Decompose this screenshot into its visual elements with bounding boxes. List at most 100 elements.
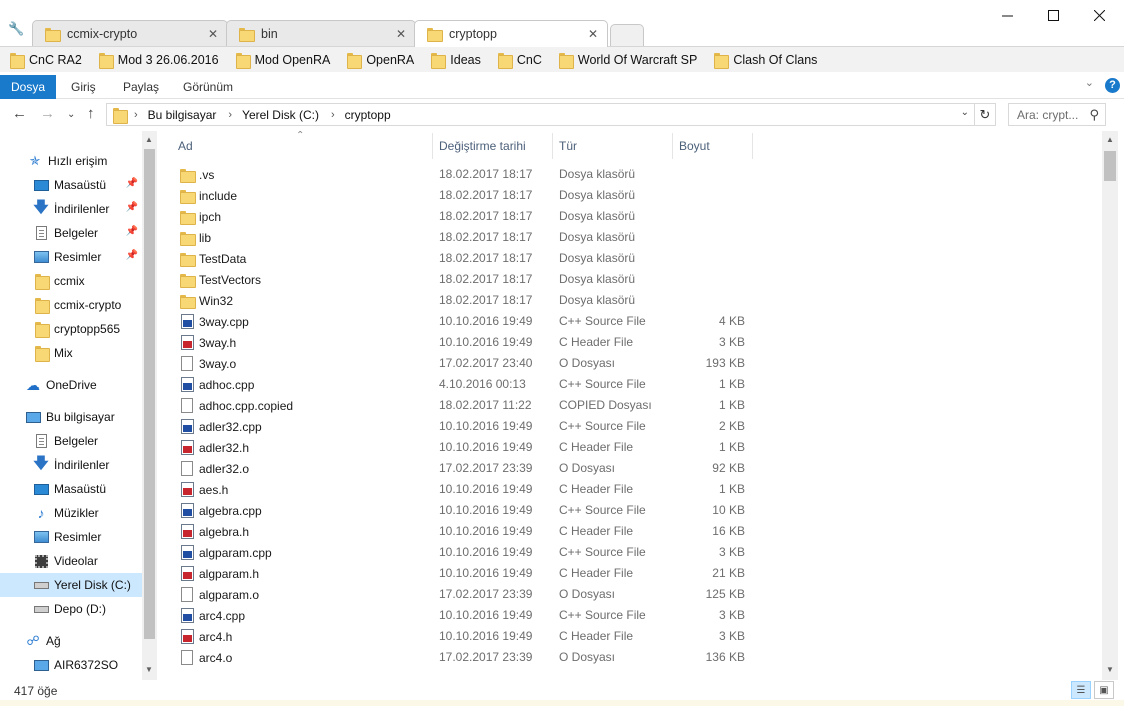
sidebar-item-network[interactable]: ☍ Ağ — [0, 629, 142, 653]
column-header-type[interactable]: Tür — [553, 131, 577, 161]
chevron-down-icon[interactable]: ⌄ — [1085, 76, 1094, 89]
chevron-right-icon[interactable]: › — [134, 109, 138, 121]
file-row[interactable]: arc4.cpp 10.10.2016 19:49 C++ Source File 3… — [158, 605, 1102, 626]
file-name-cell[interactable]: include — [180, 185, 237, 206]
sidebar-item-cryptopp565[interactable]: cryptopp565 — [0, 317, 142, 341]
file-name-cell[interactable]: arc4.o — [180, 647, 232, 668]
sidebar-item-ccmix-crypto[interactable]: ccmix-crypto — [0, 293, 142, 317]
ribbon-tab-share[interactable]: Paylaş — [123, 76, 159, 99]
column-header-name[interactable]: Ad — [172, 131, 193, 161]
search-input[interactable]: Ara: crypt... ⚲ — [1008, 103, 1106, 126]
sidebar-item-videos[interactable]: Videolar — [0, 549, 142, 573]
sidebar-item-pictures[interactable]: Resimler 📌 — [0, 245, 142, 269]
file-name-cell[interactable]: algebra.cpp — [180, 500, 262, 521]
file-name-cell[interactable]: algparam.o — [180, 584, 259, 605]
sidebar-item-depo[interactable]: Depo (D:) — [0, 597, 142, 621]
file-row[interactable]: adhoc.cpp.copied 18.02.2017 11:22 COPIED D… — [158, 395, 1102, 416]
sidebar-item-desktop[interactable]: Masaüstü 📌 — [0, 173, 142, 197]
file-name-cell[interactable]: .vs — [180, 164, 214, 185]
file-name-cell[interactable]: Win32 — [180, 290, 233, 311]
bookmark-item[interactable]: CnC — [497, 52, 542, 69]
file-name-cell[interactable]: 3way.o — [180, 353, 236, 374]
search-icon[interactable]: ⚲ — [1089, 107, 1099, 123]
file-row[interactable]: 3way.h 10.10.2016 19:49 C Header File 3 KB — [158, 332, 1102, 353]
chevron-up-icon[interactable]: ▲ — [145, 135, 153, 144]
ribbon-tab-home[interactable]: Giriş — [71, 76, 96, 99]
pin-icon[interactable]: 📌 — [126, 178, 138, 189]
pin-icon[interactable]: 📌 — [126, 226, 138, 237]
bookmark-item[interactable]: Mod 3 26.06.2016 — [98, 52, 219, 69]
sidebar-item-ccmix[interactable]: ccmix — [0, 269, 142, 293]
sidebar-item-onedrive[interactable]: ☁ OneDrive — [0, 373, 142, 397]
file-name-cell[interactable]: algebra.h — [180, 521, 249, 542]
large-icons-view-icon[interactable]: ▣ — [1094, 681, 1114, 699]
file-row[interactable]: arc4.h 10.10.2016 19:49 C Header File 3 KB — [158, 626, 1102, 647]
file-name-cell[interactable]: algparam.cpp — [180, 542, 272, 563]
maximize-icon[interactable] — [1030, 0, 1076, 30]
chevron-down-icon[interactable]: ⌄ — [961, 107, 969, 118]
wrench-icon[interactable]: 🔧 — [8, 22, 24, 36]
file-name-cell[interactable]: TestVectors — [180, 269, 261, 290]
sidebar-item-quick-access[interactable]: ✯ Hızlı erişim — [0, 149, 142, 173]
file-name-cell[interactable]: adler32.o — [180, 458, 249, 479]
file-row[interactable]: Win32 18.02.2017 18:17 Dosya klasörü — [158, 290, 1102, 311]
file-name-cell[interactable]: arc4.cpp — [180, 605, 245, 626]
breadcrumb-this-pc[interactable]: Bu bilgisayar — [148, 108, 217, 122]
sidebar-scrollbar[interactable]: ▲ ▼ — [142, 131, 157, 680]
file-name-cell[interactable]: TestData — [180, 248, 246, 269]
close-icon[interactable]: ✕ — [396, 27, 406, 41]
sidebar-item-music[interactable]: ♪ Müzikler — [0, 501, 142, 525]
refresh-icon[interactable]: ↻ — [974, 104, 995, 125]
minimize-icon[interactable] — [984, 0, 1030, 30]
sidebar-item-pictures-pc[interactable]: Resimler — [0, 525, 142, 549]
pin-icon[interactable]: 📌 — [126, 250, 138, 261]
file-name-cell[interactable]: 3way.cpp — [180, 311, 249, 332]
address-bar[interactable]: › Bu bilgisayar › Yerel Disk (C:) › cryp… — [106, 103, 996, 126]
column-header-size[interactable]: Boyut — [673, 131, 710, 161]
file-list-scrollbar[interactable]: ▲ ▼ — [1102, 131, 1118, 680]
file-name-cell[interactable]: lib — [180, 227, 211, 248]
sidebar-item-downloads[interactable]: 🡇 İndirilenler 📌 — [0, 197, 142, 221]
file-row[interactable]: include 18.02.2017 18:17 Dosya klasörü — [158, 185, 1102, 206]
file-row[interactable]: 3way.o 17.02.2017 23:40 O Dosyası 193 KB — [158, 353, 1102, 374]
column-header-date[interactable]: Değiştirme tarihi — [433, 131, 526, 161]
column-separator[interactable] — [752, 133, 753, 159]
file-row[interactable]: aes.h 10.10.2016 19:49 C Header File 1 KB — [158, 479, 1102, 500]
file-name-cell[interactable]: algparam.h — [180, 563, 259, 584]
close-window-icon[interactable] — [1076, 0, 1122, 30]
file-row[interactable]: algparam.h 10.10.2016 19:49 C Header File 2… — [158, 563, 1102, 584]
bookmark-item[interactable]: Mod OpenRA — [235, 52, 330, 69]
scrollbar-thumb[interactable] — [144, 149, 155, 639]
sidebar-item-documents-pc[interactable]: Belgeler — [0, 429, 142, 453]
breadcrumb-cryptopp[interactable]: cryptopp — [345, 108, 391, 122]
bookmark-item[interactable]: World Of Warcraft SP — [558, 52, 697, 69]
bookmark-item[interactable]: CnC RA2 — [10, 52, 82, 69]
pin-icon[interactable]: 📌 — [126, 202, 138, 213]
file-row[interactable]: algebra.cpp 10.10.2016 19:49 C++ Source Fi… — [158, 500, 1102, 521]
forward-arrow-icon[interactable]: → — [40, 105, 55, 122]
file-row[interactable]: algparam.cpp 10.10.2016 19:49 C++ Source F… — [158, 542, 1102, 563]
recent-locations-icon[interactable]: ⌄ — [67, 109, 75, 120]
file-row[interactable]: 3way.cpp 10.10.2016 19:49 C++ Source File 4… — [158, 311, 1102, 332]
file-row[interactable]: ipch 18.02.2017 18:17 Dosya klasörü — [158, 206, 1102, 227]
file-name-cell[interactable]: aes.h — [180, 479, 228, 500]
file-row[interactable]: adler32.o 17.02.2017 23:39 O Dosyası 92 KB — [158, 458, 1102, 479]
file-row[interactable]: lib 18.02.2017 18:17 Dosya klasörü — [158, 227, 1102, 248]
tab-bin[interactable]: bin ✕ — [226, 20, 416, 46]
file-row[interactable]: adler32.cpp 10.10.2016 19:49 C++ Source Fi… — [158, 416, 1102, 437]
file-row[interactable]: adhoc.cpp 4.10.2016 00:13 C++ Source File 1… — [158, 374, 1102, 395]
ribbon-tab-view[interactable]: Görünüm — [183, 76, 233, 99]
file-name-cell[interactable]: arc4.h — [180, 626, 232, 647]
chevron-down-icon[interactable]: ▼ — [145, 665, 153, 674]
file-row[interactable]: algebra.h 10.10.2016 19:49 C Header File 16… — [158, 521, 1102, 542]
bookmark-item[interactable]: Ideas — [431, 52, 481, 69]
file-row[interactable]: .vs 18.02.2017 18:17 Dosya klasörü — [158, 164, 1102, 185]
close-icon[interactable]: ✕ — [208, 27, 218, 41]
tab-cryptopp[interactable]: cryptopp ✕ — [414, 20, 608, 47]
breadcrumb-local-disk[interactable]: Yerel Disk (C:) — [242, 108, 319, 122]
chevron-right-icon[interactable]: › — [331, 109, 335, 121]
file-name-cell[interactable]: 3way.h — [180, 332, 236, 353]
sidebar-item-air6372so[interactable]: AIR6372SO — [0, 653, 142, 677]
new-tab-button[interactable] — [610, 24, 644, 46]
sidebar-item-documents[interactable]: Belgeler 📌 — [0, 221, 142, 245]
